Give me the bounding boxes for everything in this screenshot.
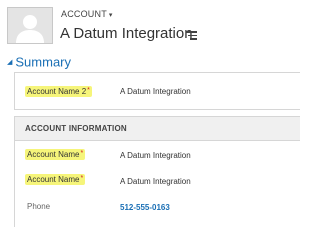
person-silhouette-icon (8, 8, 52, 43)
account-information-section: ACCOUNT INFORMATION Account Name* A Datu… (14, 116, 300, 227)
field-label-account-name: Account Name* (25, 149, 86, 160)
field-value-account-name-2[interactable]: A Datum Integration (120, 87, 191, 96)
field-value-account-name[interactable]: A Datum Integration (120, 177, 191, 186)
entity-type-selector[interactable]: ACCOUNT ▾ (61, 9, 113, 19)
field-value-phone[interactable]: 512-555-0163 (120, 203, 170, 212)
summary-section-title: Summary (15, 54, 72, 70)
record-menu-icon[interactable] (186, 31, 197, 40)
field-value-account-name[interactable]: A Datum Integration (120, 151, 191, 160)
field-label-account-name: Account Name* (25, 174, 86, 185)
field-label-phone: Phone (27, 202, 51, 211)
summary-section: Account Name 2* A Datum Integration (14, 72, 300, 110)
avatar[interactable] (7, 7, 53, 44)
record-title: A Datum Integration (60, 25, 193, 42)
section-title: ACCOUNT INFORMATION (15, 117, 300, 141)
required-indicator: * (80, 150, 84, 157)
required-indicator: * (87, 87, 90, 94)
field-label-account-name-2: Account Name 2* (25, 86, 92, 97)
required-indicator: * (80, 175, 84, 182)
entity-type-label: ACCOUNT (61, 9, 107, 19)
summary-section-toggle[interactable]: ◢ Summary (7, 53, 71, 69)
collapse-triangle-icon: ◢ (7, 58, 13, 66)
chevron-down-icon: ▾ (108, 12, 113, 19)
record-header: ACCOUNT ▾ A Datum Integration (0, 0, 300, 50)
